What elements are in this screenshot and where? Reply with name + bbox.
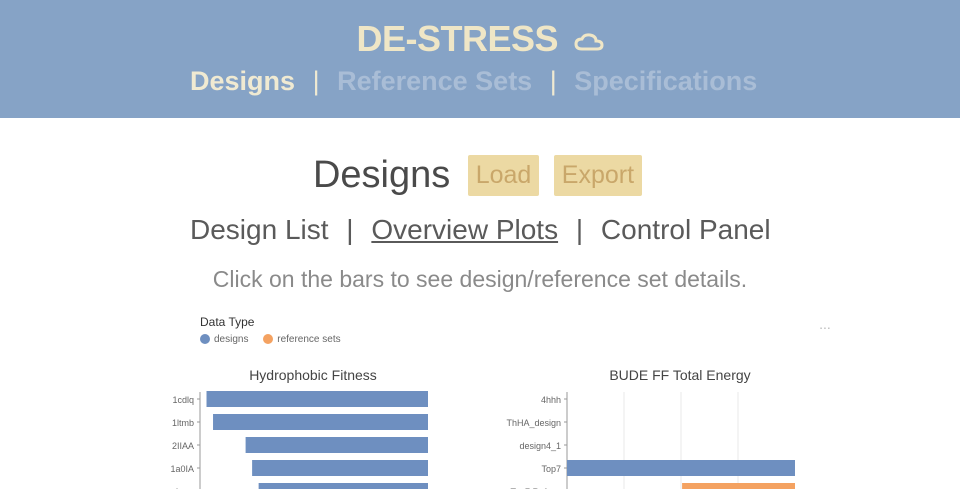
- legend-item-designs: designs: [200, 334, 251, 345]
- sub-nav: Design List | Overview Plots | Control P…: [190, 214, 771, 246]
- tick-label: Top7: [541, 464, 561, 474]
- app-title: DE-STRESS: [0, 18, 960, 62]
- app-header: DE-STRESS Designs | Reference Sets | Spe…: [0, 0, 960, 118]
- bar-1a0IA[interactable]: [252, 460, 428, 476]
- page-title: Designs: [312, 154, 451, 196]
- bar-Top7[interactable]: [567, 460, 795, 476]
- tab-overview-plots[interactable]: Overview Plots: [371, 214, 558, 245]
- subnav-separator: |: [346, 214, 354, 245]
- legend-label-designs: designs: [214, 334, 249, 345]
- tab-control-panel[interactable]: Control Panel: [601, 214, 771, 245]
- load-button[interactable]: Load: [467, 155, 540, 196]
- instruction-text: Click on the bars to see design/referenc…: [212, 266, 748, 292]
- app-title-text: DE-STRESS: [356, 18, 559, 59]
- bar-2IIAA[interactable]: [245, 437, 428, 453]
- chart-menu-button[interactable]: ...: [810, 316, 840, 336]
- cloud-icon: [574, 20, 604, 62]
- bar-1ecu[interactable]: [258, 483, 428, 494]
- tab-design-list[interactable]: Design List: [190, 214, 329, 245]
- overview-charts: Hydrophobic Fitness1cdlq1ltmb2IIAA1a0IA1…: [0, 360, 960, 494]
- nav-designs[interactable]: Designs: [190, 66, 295, 96]
- nav-specifications[interactable]: Specifications: [574, 66, 757, 96]
- charts-svg: Hydrophobic Fitness1cdlq1ltmb2IIAA1a0IA1…: [170, 367, 795, 494]
- tick-label: 1a0IA: [170, 464, 194, 474]
- chart-title: BUDE FF Total Energy: [609, 367, 750, 383]
- tick-label: ThHA_design: [506, 418, 561, 428]
- tick-label: 1ltmb: [172, 418, 194, 428]
- legend-dot-reference-sets: [263, 334, 274, 345]
- legend-dot-designs: [200, 334, 210, 345]
- legend-label-reference-sets: reference sets: [277, 334, 341, 345]
- subnav-separator: |: [575, 214, 584, 245]
- tick-label: design4_1: [519, 441, 561, 451]
- top-nav: Designs | Reference Sets | Specification…: [190, 66, 757, 98]
- bar-1cdlq[interactable]: [206, 391, 428, 407]
- nav-separator: |: [312, 66, 320, 96]
- bar-Top7 Ref set[interactable]: [682, 483, 795, 494]
- chart-legend: designs reference sets: [200, 334, 353, 345]
- chart-title: Hydrophobic Fitness: [249, 367, 377, 383]
- nav-separator: |: [549, 66, 557, 96]
- tick-label: 1cdlq: [172, 395, 194, 405]
- designs-section-header: Designs Load Export: [0, 154, 960, 197]
- legend-title: Data Type: [200, 315, 255, 329]
- export-button[interactable]: Export: [553, 155, 643, 196]
- nav-reference-sets[interactable]: Reference Sets: [337, 66, 532, 96]
- tick-label: 2IIAA: [172, 441, 194, 451]
- legend-item-reference-sets: reference sets: [263, 334, 341, 345]
- tick-label: 4hhh: [541, 395, 561, 405]
- bar-1ltmb[interactable]: [213, 414, 428, 430]
